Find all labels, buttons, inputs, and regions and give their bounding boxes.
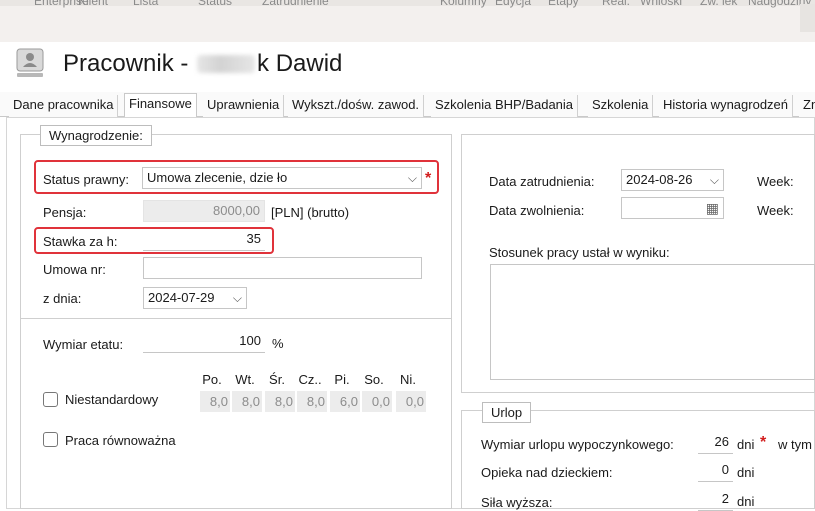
stosunek-textarea[interactable]	[490, 264, 815, 380]
tab-wyksztalcenie[interactable]: Wykszt./dośw. zawod.	[288, 95, 425, 117]
day-hours: 0,0	[362, 391, 392, 412]
redacted-surname	[197, 55, 256, 73]
sila-wyzsza-label: Siła wyższa:	[481, 495, 553, 510]
data-zatrudnienia-label: Data zatrudnienia:	[489, 174, 595, 189]
stawka-label: Stawka za h:	[43, 234, 118, 249]
stawka-field[interactable]: 35	[143, 229, 265, 251]
divider	[21, 318, 451, 319]
sila-wyzsza-unit: dni	[737, 494, 755, 509]
chevron-down-icon: ⌵	[407, 171, 417, 185]
title-suffix: k Dawid	[257, 50, 343, 77]
calendar-icon[interactable]: ▦	[706, 198, 719, 218]
day-label: So.	[364, 372, 384, 387]
day-hours: 6,0	[330, 391, 360, 412]
page-title: Pracownik - k Dawid	[63, 50, 342, 78]
day-hours: 8,0	[297, 391, 327, 412]
status-label: Status prawny:	[43, 172, 129, 187]
background-window-top	[0, 0, 815, 6]
wymiar-urlopu-unit: dni	[737, 437, 755, 452]
title-prefix: Pracownik -	[63, 50, 189, 77]
opieka-label: Opieka nad dzieckiem:	[481, 465, 613, 480]
wymiar-etatu-field[interactable]: 100	[143, 331, 265, 353]
tab-dane-pracownika[interactable]: Dane pracownika	[9, 95, 119, 117]
bg-label: Etapy	[548, 0, 579, 8]
bg-label: Status	[198, 0, 233, 8]
pensja-label: Pensja:	[43, 205, 87, 220]
zdnia-label: z dnia:	[43, 291, 82, 306]
wymiar-urlopu-field[interactable]: 26	[698, 432, 733, 454]
week-label: Week:	[757, 203, 794, 218]
close-button[interactable]	[800, 4, 815, 32]
urlop-legend: Urlop	[482, 402, 532, 423]
bg-label: Edycja	[495, 0, 532, 8]
day-hours: 8,0	[232, 391, 262, 412]
day-label: Ni.	[400, 372, 416, 387]
umowa-field[interactable]	[143, 257, 422, 279]
bg-label: Kolumny	[440, 0, 487, 8]
niestandardowy-label: Niestandardowy	[65, 392, 159, 407]
wymiar-urlopu-label: Wymiar urlopu wypoczynkowego:	[481, 437, 674, 452]
wtym-label: w tym	[778, 437, 812, 452]
data-zatrudnienia-value: 2024-08-26	[626, 172, 693, 187]
day-label: Wt.	[235, 372, 255, 387]
opieka-unit: dni	[737, 465, 755, 480]
chevron-down-icon: ⌵	[232, 291, 242, 305]
data-zwolnienia-label: Data zwolnienia:	[489, 203, 585, 218]
sila-wyzsza-field[interactable]: 2	[698, 489, 733, 511]
status-select[interactable]: Umowa zlecenie, dzie ło ⌵	[142, 167, 422, 189]
user-card-icon	[15, 47, 45, 79]
zdnia-value: 2024-07-29	[148, 290, 215, 305]
pensja-unit: [PLN] (brutto)	[271, 205, 350, 220]
bg-label: Lista	[133, 0, 159, 8]
tab-historia-wynagrodzen[interactable]: Historia wynagrodzeń	[659, 95, 794, 117]
praca-rownowazna-checkbox[interactable]	[43, 432, 58, 447]
data-zwolnienia-picker[interactable]: ▦	[621, 197, 724, 219]
day-label: Pi.	[334, 372, 350, 387]
zdnia-date-picker[interactable]: 2024-07-29 ⌵	[143, 287, 247, 309]
required-icon: *	[760, 434, 767, 451]
day-label: Cz..	[298, 372, 322, 387]
wymiar-etatu-unit: %	[272, 336, 284, 351]
required-icon: *	[425, 170, 432, 187]
bg-label: Zatrudnienie	[262, 0, 329, 8]
bg-label: Wnioski	[640, 0, 683, 8]
day-hours: 8,0	[200, 391, 230, 412]
status-value: Umowa zlecenie, dzie ło	[147, 170, 288, 185]
bg-label: Real.	[602, 0, 631, 8]
day-hours: 8,0	[265, 391, 295, 412]
wymiar-etatu-label: Wymiar etatu:	[43, 337, 124, 352]
day-hours: 0,0	[396, 391, 426, 412]
tab-szkolenia[interactable]: Szkolenia	[588, 95, 654, 117]
bg-label: Zw. lek	[700, 0, 738, 8]
day-label: Po.	[202, 372, 222, 387]
background-window	[0, 0, 815, 42]
wynagrodzenie-legend: Wynagrodzenie:	[40, 125, 152, 146]
tab-more[interactable]: Zn	[799, 95, 815, 117]
chevron-down-icon: ⌵	[709, 173, 719, 187]
tab-finansowe[interactable]: Finansowe	[124, 93, 197, 118]
tab-uprawnienia[interactable]: Uprawnienia	[203, 95, 285, 117]
bg-label: Klient	[78, 0, 109, 8]
umowa-label: Umowa nr:	[43, 262, 106, 277]
praca-rownowazna-label: Praca równoważna	[65, 433, 176, 448]
niestandardowy-checkbox[interactable]	[43, 392, 58, 407]
data-zatrudnienia-picker[interactable]: 2024-08-26 ⌵	[621, 169, 724, 191]
pensja-field: 8000,00	[143, 200, 265, 222]
tab-szkolenia-bhp[interactable]: Szkolenia BHP/Badania	[431, 95, 579, 117]
day-label: Śr.	[269, 372, 285, 387]
stosunek-label: Stosunek pracy ustał w wyniku:	[489, 245, 670, 260]
week-label: Week:	[757, 174, 794, 189]
opieka-field[interactable]: 0	[698, 460, 733, 482]
